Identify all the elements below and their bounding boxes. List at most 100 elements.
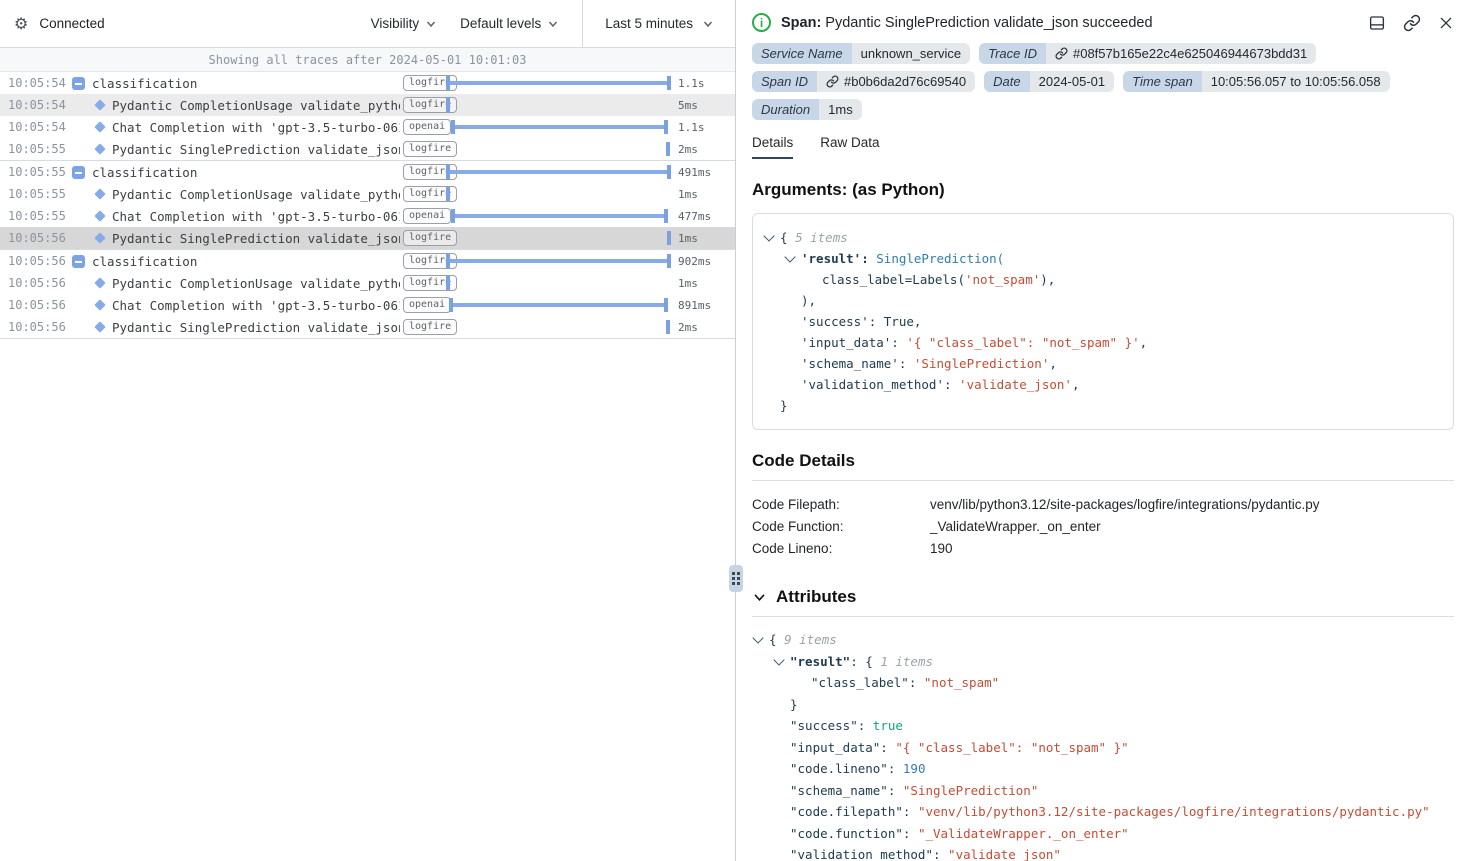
collapse-toggle-icon[interactable] xyxy=(72,77,85,90)
trace-row[interactable]: 10:05:55classificationlogfire491ms xyxy=(0,161,735,183)
collapse-toggle-icon[interactable] xyxy=(72,255,85,268)
duration-timeline xyxy=(446,183,671,205)
span-diamond-icon xyxy=(94,188,105,199)
code-token: "_ValidateWrapper._on_enter" xyxy=(918,823,1129,845)
trace-row[interactable]: 10:05:56Pydantic CompletionUsage validat… xyxy=(0,272,735,294)
span-detail-body: Arguments: (as Python) { 5 items'result'… xyxy=(736,180,1472,861)
visibility-dropdown[interactable]: Visibility xyxy=(371,0,437,47)
metadata-badge-value-text: 2024-05-01 xyxy=(1039,74,1106,89)
code-detail-value: _ValidateWrapper._on_enter xyxy=(930,516,1101,538)
code-detail-label: Code Filepath: xyxy=(752,494,930,516)
time-range-dropdown-label: Last 5 minutes xyxy=(605,16,693,31)
trace-name: classification xyxy=(92,76,197,91)
close-icon[interactable] xyxy=(1438,15,1454,31)
metadata-badge-value: 1ms xyxy=(819,99,862,120)
duration-tick xyxy=(666,142,670,156)
span-detail-panel: i Span:Pydantic SinglePrediction validat… xyxy=(736,0,1472,861)
gear-icon[interactable]: ⚙ xyxy=(14,16,28,32)
trace-row[interactable]: 10:05:56Pydantic SinglePrediction valida… xyxy=(0,316,735,338)
span-header-actions xyxy=(1368,14,1454,32)
code-line: 'success': True, xyxy=(763,311,1443,332)
scope-badge: openai xyxy=(403,119,451,135)
attributes-header[interactable]: Attributes xyxy=(752,587,1454,607)
chevron-down-icon[interactable] xyxy=(784,251,795,262)
trace-row[interactable]: 10:05:56Chat Completion with 'gpt-3.5-tu… xyxy=(0,294,735,316)
code-line: { 9 items xyxy=(752,629,1454,651)
code-token: ), xyxy=(1040,269,1055,290)
handle-dot xyxy=(737,582,740,585)
span-title: Span:Pydantic SinglePrediction validate_… xyxy=(781,15,1153,31)
chevron-down-icon[interactable] xyxy=(773,654,784,665)
arguments-heading: Arguments: (as Python) xyxy=(752,180,1454,200)
code-line: "class_label": "not_spam" xyxy=(752,672,1454,694)
code-line: ), xyxy=(763,290,1443,311)
code-token: "schema_name": xyxy=(790,780,903,802)
chevron-down-icon[interactable] xyxy=(763,230,774,241)
code-line: "code.lineno": 190 xyxy=(752,758,1454,780)
duration-timeline xyxy=(446,161,671,183)
attributes-json-block: { 9 items"result": { 1 items"class_label… xyxy=(752,629,1454,861)
code-line: 'input_data': '{ "class_label": "not_spa… xyxy=(763,332,1443,353)
metadata-badge-label: Duration xyxy=(752,99,819,120)
duration-timeline xyxy=(446,316,671,338)
arguments-code-block: { 5 items'result': SinglePrediction(clas… xyxy=(752,213,1454,430)
link-icon xyxy=(826,75,839,88)
span-detail-header: i Span:Pydantic SinglePrediction validat… xyxy=(736,0,1472,41)
code-line: "success": true xyxy=(752,715,1454,737)
handle-dot xyxy=(732,577,735,580)
tab-details[interactable]: Details xyxy=(752,135,793,159)
panel-resize-handle[interactable] xyxy=(729,565,743,592)
trace-row[interactable]: 10:05:55Pydantic CompletionUsage validat… xyxy=(0,183,735,205)
code-line: "code.function": "_ValidateWrapper._on_e… xyxy=(752,823,1454,845)
span-title-label: Span: xyxy=(781,15,821,31)
trace-row[interactable]: 10:05:56Pydantic SinglePrediction valida… xyxy=(0,227,735,249)
trace-name: Chat Completion with 'gpt-3.5-turbo-0613… xyxy=(112,209,400,224)
duration-label: 2ms xyxy=(678,143,698,156)
chevron-down-icon[interactable] xyxy=(752,633,763,644)
span-diamond-icon xyxy=(94,143,105,154)
duration-tick xyxy=(666,320,670,334)
span-diamond-icon xyxy=(94,121,105,132)
dock-panel-icon[interactable] xyxy=(1368,14,1386,32)
metadata-badge-value: #b0b6da2d76c69540 xyxy=(817,71,975,92)
code-line: "result": { 1 items xyxy=(752,651,1454,673)
trace-row[interactable]: 10:05:54classificationlogfire1.1s xyxy=(0,72,735,94)
chevron-down-icon xyxy=(426,19,436,29)
copy-link-icon[interactable] xyxy=(1403,14,1421,32)
duration-timeline xyxy=(446,205,671,227)
code-token: SinglePrediction( xyxy=(876,248,1004,269)
scope-badge: openai xyxy=(403,297,451,313)
trace-row[interactable]: 10:05:54Chat Completion with 'gpt-3.5-tu… xyxy=(0,116,735,138)
trace-name: Pydantic SinglePrediction validate_json xyxy=(112,231,400,246)
metadata-badge: Date2024-05-01 xyxy=(984,71,1114,92)
duration-bar xyxy=(446,76,671,90)
trace-row[interactable]: 10:05:55Pydantic SinglePrediction valida… xyxy=(0,138,735,160)
collapse-toggle-icon[interactable] xyxy=(72,166,85,179)
metadata-badge-value-text: #b0b6da2d76c69540 xyxy=(844,74,966,89)
trace-timestamp: 10:05:56 xyxy=(8,276,66,290)
time-range-dropdown[interactable]: Last 5 minutes xyxy=(582,0,735,47)
connection-status: ⚙ Connected xyxy=(0,0,105,47)
code-detail-row: Code Function:_ValidateWrapper._on_enter xyxy=(752,516,1454,538)
code-token: } xyxy=(780,395,788,416)
trace-row[interactable]: 10:05:55 Chat Completion with 'gpt-3.5-tu… xyxy=(0,205,735,227)
trace-row[interactable]: 10:05:54Pydantic CompletionUsage validat… xyxy=(0,94,735,116)
trace-group: 10:05:56classificationlogfire902ms10:05:… xyxy=(0,250,735,339)
code-line: } xyxy=(763,395,1443,416)
metadata-badge[interactable]: Trace ID#08f57b165e22c4e625046944673bdd3… xyxy=(979,43,1316,64)
trace-row[interactable]: 10:05:56classificationlogfire902ms xyxy=(0,250,735,272)
metadata-badge: Duration1ms xyxy=(752,99,862,120)
metadata-badge[interactable]: Span ID#b0b6da2d76c69540 xyxy=(752,71,975,92)
trace-timestamp: 10:05:55 xyxy=(8,209,66,223)
code-line: class_label=Labels('not_spam'), xyxy=(763,269,1443,290)
code-line: { 5 items xyxy=(763,227,1443,248)
tab-raw-data[interactable]: Raw Data xyxy=(820,135,879,159)
trace-name: Pydantic CompletionUsage validate_python xyxy=(112,98,400,113)
code-token: 'SinglePrediction' xyxy=(914,353,1049,374)
code-line: "validation_method": "validate_json" xyxy=(752,844,1454,861)
code-token: "result" xyxy=(790,651,850,673)
duration-bar xyxy=(446,254,671,268)
default-levels-dropdown[interactable]: Default levels xyxy=(460,0,558,47)
code-token: 'validate_json' xyxy=(959,374,1072,395)
code-token: 'not_spam' xyxy=(965,269,1040,290)
